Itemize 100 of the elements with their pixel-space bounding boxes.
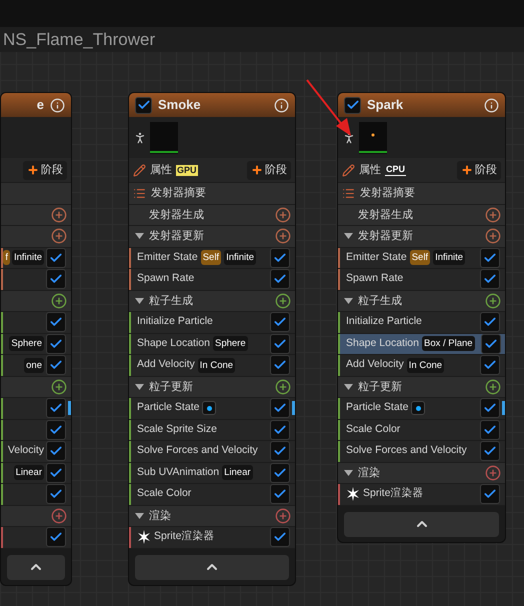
stage-row[interactable]: 粒子生成 xyxy=(338,290,505,312)
module-row[interactable]: Spawn Rate xyxy=(338,269,505,290)
checkbox[interactable] xyxy=(46,269,66,290)
checkbox[interactable] xyxy=(46,420,66,440)
summary-row[interactable]: 发射器摘要 xyxy=(338,183,505,204)
checkbox[interactable] xyxy=(46,441,66,462)
properties-label[interactable]: 属性 xyxy=(150,162,172,178)
module-row[interactable]: Add Velocity In Cone xyxy=(129,355,295,376)
expand-arrow-icon[interactable] xyxy=(344,298,353,304)
add-module-icon[interactable] xyxy=(275,206,291,223)
stage-row[interactable]: 渲染 xyxy=(338,462,505,484)
checkbox[interactable] xyxy=(270,441,290,462)
add-module-icon[interactable] xyxy=(485,292,501,309)
checkbox[interactable] xyxy=(135,96,152,114)
add-module-icon[interactable] xyxy=(275,292,291,309)
checkbox[interactable] xyxy=(480,484,500,504)
stage-row[interactable] xyxy=(1,376,71,398)
info-icon[interactable] xyxy=(484,98,499,112)
checkbox[interactable] xyxy=(270,398,290,418)
add-stage-button[interactable]: 阶段 xyxy=(247,160,291,180)
checkbox[interactable] xyxy=(270,269,290,290)
stage-row[interactable] xyxy=(1,204,71,226)
stage-row[interactable]: 粒子生成 xyxy=(129,290,295,312)
module-row[interactable]: Scale Sprite Size xyxy=(129,420,295,441)
checkbox[interactable] xyxy=(46,527,66,548)
stage-row[interactable] xyxy=(1,290,71,312)
checkbox[interactable] xyxy=(270,248,290,268)
checkbox[interactable] xyxy=(46,398,66,418)
module-row[interactable]: Initialize Particle xyxy=(338,312,505,334)
checkbox[interactable] xyxy=(270,312,290,332)
summary-label[interactable]: 发射器摘要 xyxy=(151,185,206,202)
module-row[interactable]: f Infinite xyxy=(1,248,71,269)
checkbox[interactable] xyxy=(480,312,500,332)
expand-arrow-icon[interactable] xyxy=(344,233,353,240)
add-module-icon[interactable] xyxy=(275,508,291,524)
add-module-icon[interactable] xyxy=(485,206,501,223)
module-row[interactable]: Scale Color xyxy=(338,420,505,441)
module-row[interactable] xyxy=(1,269,71,290)
summary-label[interactable]: 发射器摘要 xyxy=(360,185,415,202)
module-row[interactable]: Solve Forces and Velocity xyxy=(129,441,295,462)
expand-arrow-icon[interactable] xyxy=(135,298,144,304)
module-row[interactable] xyxy=(1,312,71,334)
stage-row[interactable]: 发射器生成 xyxy=(129,204,295,226)
stage-row[interactable]: 发射器更新 xyxy=(129,226,295,248)
expand-arrow-icon[interactable] xyxy=(135,233,144,240)
add-module-icon[interactable] xyxy=(51,378,67,395)
module-row[interactable]: Sub UVAnimation Linear xyxy=(129,462,295,484)
checkbox[interactable] xyxy=(270,355,290,376)
add-module-icon[interactable] xyxy=(485,228,501,244)
checkbox[interactable] xyxy=(480,334,501,354)
summary-row[interactable]: 发射器摘要 xyxy=(129,183,295,204)
module-row[interactable] xyxy=(1,420,71,441)
module-row[interactable]: Scale Color xyxy=(129,484,295,506)
checkbox[interactable] xyxy=(344,96,361,114)
figure-icon[interactable] xyxy=(133,130,147,144)
module-row[interactable] xyxy=(1,527,71,548)
checkbox[interactable] xyxy=(46,334,66,354)
module-row[interactable]: Particle State xyxy=(129,398,295,420)
module-row[interactable]: Solve Forces and Velocity xyxy=(338,441,505,462)
add-module-icon[interactable] xyxy=(51,228,67,244)
info-icon[interactable] xyxy=(50,98,65,112)
add-module-icon[interactable] xyxy=(51,508,67,524)
checkbox[interactable] xyxy=(480,441,500,462)
stage-row[interactable]: 发射器生成 xyxy=(338,204,505,226)
module-row[interactable] xyxy=(1,484,71,506)
stage-row[interactable]: 发射器更新 xyxy=(338,226,505,248)
checkbox[interactable] xyxy=(480,398,500,418)
add-module-icon[interactable] xyxy=(51,292,67,309)
module-row[interactable]: Spawn Rate xyxy=(129,269,295,290)
checkbox[interactable] xyxy=(46,484,66,504)
add-module-icon[interactable] xyxy=(275,378,291,395)
checkbox[interactable] xyxy=(480,420,500,440)
add-module-icon[interactable] xyxy=(485,378,501,395)
add-stage-button[interactable]: 阶段 xyxy=(23,160,67,180)
stage-row[interactable]: 粒子更新 xyxy=(338,376,505,398)
module-row[interactable]: Initialize Particle xyxy=(129,312,295,334)
module-row[interactable]: one xyxy=(1,355,71,376)
checkbox[interactable] xyxy=(46,462,66,483)
expand-arrow-icon[interactable] xyxy=(344,384,353,390)
module-row[interactable]: Particle State xyxy=(338,398,505,420)
renderer-row[interactable]: Sprite渲染器 xyxy=(129,527,295,548)
checkbox[interactable] xyxy=(270,334,290,354)
checkbox[interactable] xyxy=(270,527,290,548)
checkbox[interactable] xyxy=(480,269,500,290)
module-row[interactable] xyxy=(1,398,71,420)
checkbox[interactable] xyxy=(46,312,66,332)
info-icon[interactable] xyxy=(274,98,289,112)
checkbox[interactable] xyxy=(46,355,66,376)
expand-arrow-icon[interactable] xyxy=(135,512,144,519)
add-module-icon[interactable] xyxy=(485,464,501,481)
checkbox[interactable] xyxy=(270,484,290,504)
checkbox[interactable] xyxy=(480,355,500,376)
stage-row[interactable] xyxy=(1,226,71,248)
checkbox[interactable] xyxy=(270,420,290,440)
expand-arrow-icon[interactable] xyxy=(344,470,353,476)
add-module-icon[interactable] xyxy=(51,206,67,223)
stage-row[interactable] xyxy=(1,506,71,527)
module-row[interactable]: Add Velocity In Cone xyxy=(338,355,505,376)
module-row[interactable]: Linear xyxy=(1,462,71,484)
checkbox[interactable] xyxy=(46,248,66,268)
